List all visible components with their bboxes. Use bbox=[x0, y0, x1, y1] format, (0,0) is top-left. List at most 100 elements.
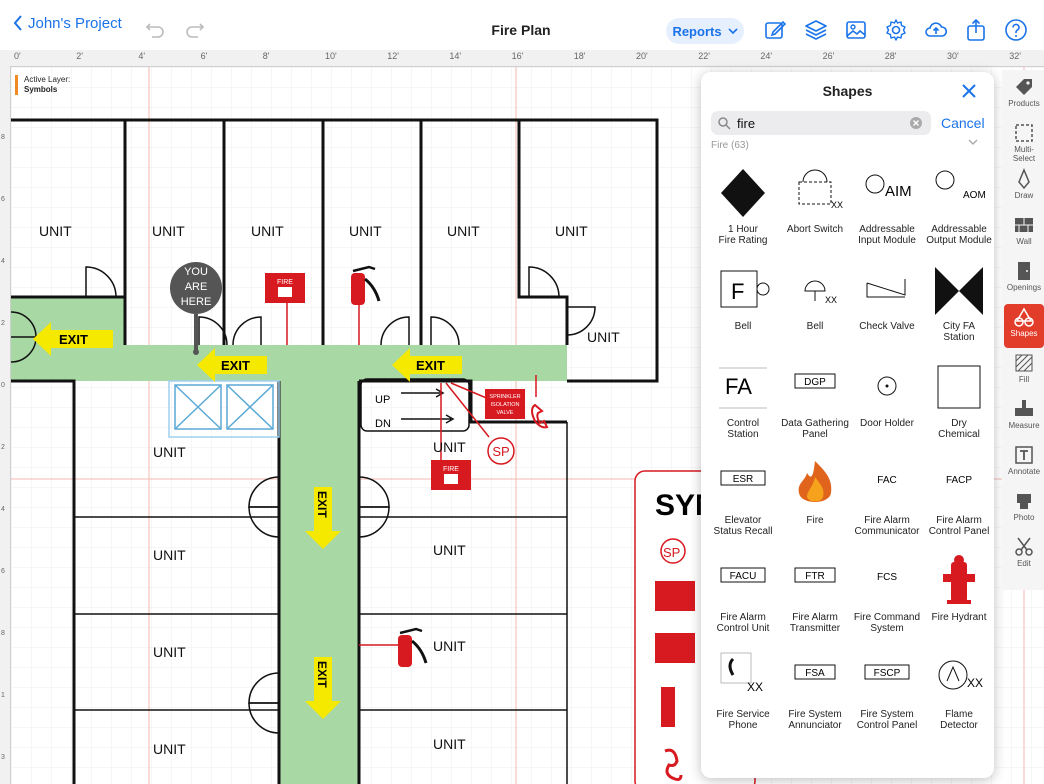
shape-icon-text: FSA bbox=[805, 668, 825, 679]
exit-arrow-left[interactable]: EXIT bbox=[33, 322, 113, 356]
fire-alarm-box[interactable]: FIRE bbox=[431, 460, 471, 490]
fire-phone-icon[interactable] bbox=[529, 403, 551, 431]
ruler-label: 0 bbox=[1, 382, 5, 389]
shape-tile[interactable]: Fire bbox=[779, 451, 851, 547]
search-input[interactable] bbox=[735, 114, 909, 132]
shape-tile[interactable]: DGP Data Gathering Panel bbox=[779, 354, 851, 450]
ruler-label: 8 bbox=[1, 134, 5, 141]
close-icon[interactable] bbox=[960, 82, 978, 100]
fsa-icon: FSA bbox=[794, 664, 836, 680]
tag-icon bbox=[1016, 79, 1032, 95]
exit-arrow-left[interactable]: EXIT bbox=[392, 348, 462, 382]
exit-arrow-down[interactable]: EXIT bbox=[305, 657, 341, 719]
active-layer-value: Symbols bbox=[24, 85, 58, 94]
shape-tile[interactable]: AIM Addressable Input Module bbox=[851, 160, 923, 256]
you-are-here-marker[interactable]: YOU ARE HERE bbox=[169, 261, 223, 357]
cloud-upload-icon[interactable] bbox=[924, 18, 948, 42]
ruler-label: 4 bbox=[1, 258, 5, 265]
shape-tile[interactable]: Check Valve bbox=[851, 257, 923, 353]
tool-measure[interactable]: Measure bbox=[1004, 396, 1044, 440]
shapes-icon bbox=[1014, 307, 1034, 327]
section-header[interactable]: Fire (63) bbox=[711, 140, 749, 151]
ruler-label: 30' bbox=[947, 51, 959, 61]
shape-tile[interactable]: FACP Fire Alarm Control Panel bbox=[923, 451, 994, 547]
tool-openings[interactable]: Openings bbox=[1004, 258, 1044, 302]
shape-tile[interactable]: FTR Fire Alarm Transmitter bbox=[779, 548, 851, 644]
shape-tile[interactable]: F Bell bbox=[707, 257, 779, 353]
shape-tile[interactable]: Fire Hydrant bbox=[923, 548, 994, 644]
fire-extinguisher-icon[interactable] bbox=[392, 625, 428, 669]
tool-edit[interactable]: Edit bbox=[1004, 534, 1044, 578]
shape-tile[interactable]: FAC Fire Alarm Communicator bbox=[851, 451, 923, 547]
tool-photo[interactable]: Photo bbox=[1004, 488, 1044, 532]
fire-extinguisher-icon[interactable] bbox=[345, 263, 381, 307]
ruler-label: 2 bbox=[1, 444, 5, 451]
ruler-label: 4' bbox=[138, 51, 146, 61]
reports-button[interactable]: Reports bbox=[666, 18, 744, 44]
facu-icon: FACU bbox=[720, 567, 766, 583]
tool-fill[interactable]: Fill bbox=[1004, 350, 1044, 394]
ruler-label: 2 bbox=[1, 320, 5, 327]
tool-shapes[interactable]: Shapes bbox=[1004, 304, 1044, 348]
fire-box-text: FIRE bbox=[443, 466, 459, 473]
shape-tile[interactable]: FSA Fire System Annunciator bbox=[779, 645, 851, 741]
back-button[interactable]: John's Project bbox=[12, 14, 122, 32]
shape-tile[interactable]: XX Fire Service Phone bbox=[707, 645, 779, 741]
redo-icon[interactable] bbox=[184, 18, 206, 40]
shape-tile[interactable]: FCS Fire Command System bbox=[851, 548, 923, 644]
layers-icon[interactable] bbox=[804, 18, 828, 42]
unit-label: UNIT bbox=[555, 223, 588, 239]
search-field[interactable] bbox=[711, 111, 931, 135]
dgp-icon: DGP bbox=[794, 373, 836, 389]
sprinkler-text: SPRINKLER bbox=[489, 394, 520, 400]
shape-label: Flame Detector bbox=[940, 709, 978, 731]
ruler-label: 6 bbox=[1, 196, 5, 203]
sprinkler-isolation-valve[interactable]: SPRINKLER ISOLATION VALVE bbox=[485, 389, 525, 419]
shape-tile[interactable]: XX Bell bbox=[779, 257, 851, 353]
tool-multi-select[interactable]: Multi- Select bbox=[1004, 120, 1044, 164]
shape-tile[interactable]: XX Abort Switch bbox=[779, 160, 851, 256]
share-icon[interactable] bbox=[964, 18, 988, 42]
top-ruler: 0' 2' 4' 6' 8' 10' 12' 14' 16' 18' 20' 22' 24' 26' 28'… bbox=[0, 50, 1044, 67]
shape-tile[interactable]: FSCP Fire System Control Panel bbox=[851, 645, 923, 741]
shape-icon-text: XX bbox=[747, 680, 763, 694]
tool-annotate[interactable]: Annotate bbox=[1004, 442, 1044, 486]
fire-alarm-box[interactable]: FIRE bbox=[265, 273, 305, 303]
panel-title: Shapes bbox=[822, 83, 873, 99]
sprinkler-text: VALVE bbox=[497, 410, 514, 416]
tool-sidebar: Products Multi- Select Draw Wall Openings Sha… bbox=[1002, 70, 1044, 590]
ruler-label: 12' bbox=[387, 51, 399, 61]
shape-label: Data Gathering Panel bbox=[781, 418, 849, 440]
aom-icon: AOM bbox=[935, 170, 986, 201]
gear-icon[interactable] bbox=[884, 18, 908, 42]
help-icon[interactable] bbox=[1004, 18, 1028, 42]
image-icon[interactable] bbox=[844, 18, 868, 42]
shape-tile[interactable]: FA Control Station bbox=[707, 354, 779, 450]
shape-tile[interactable]: FACU Fire Alarm Control Unit bbox=[707, 548, 779, 644]
shape-tile[interactable]: Dry Chemical bbox=[923, 354, 994, 450]
exit-label: EXIT bbox=[59, 332, 88, 347]
shape-tile[interactable]: Door Holder bbox=[851, 354, 923, 450]
tool-products[interactable]: Products bbox=[1004, 74, 1044, 118]
edit-note-icon[interactable] bbox=[764, 18, 788, 42]
ruler-label: 4 bbox=[1, 506, 5, 513]
chevron-down-icon bbox=[727, 28, 738, 35]
tool-label: Measure bbox=[1008, 421, 1040, 430]
shape-tile[interactable]: AOM Addressable Output Module bbox=[923, 160, 994, 256]
clear-search-icon[interactable] bbox=[909, 116, 923, 130]
chevron-down-icon[interactable] bbox=[968, 138, 978, 146]
shape-tile[interactable]: City FA Station bbox=[923, 257, 994, 353]
sprinkler-sp-symbol[interactable]: SP bbox=[486, 436, 516, 466]
exit-arrow-down[interactable]: EXIT bbox=[305, 487, 341, 549]
shape-label: City FA Station bbox=[942, 321, 976, 343]
fac-icon: FAC bbox=[877, 475, 896, 486]
shape-tile[interactable]: ESR Elevator Status Recall bbox=[707, 451, 779, 547]
cancel-button[interactable]: Cancel bbox=[941, 115, 985, 131]
tool-wall[interactable]: Wall bbox=[1004, 212, 1044, 256]
shape-tile[interactable]: 1 Hour Fire Rating bbox=[707, 160, 779, 256]
tool-draw[interactable]: Draw bbox=[1004, 166, 1044, 210]
undo-icon[interactable] bbox=[144, 18, 166, 40]
tool-label: Multi- Select bbox=[1012, 145, 1036, 163]
shape-tile[interactable]: XX Flame Detector bbox=[923, 645, 994, 741]
diamond-icon bbox=[721, 169, 765, 217]
